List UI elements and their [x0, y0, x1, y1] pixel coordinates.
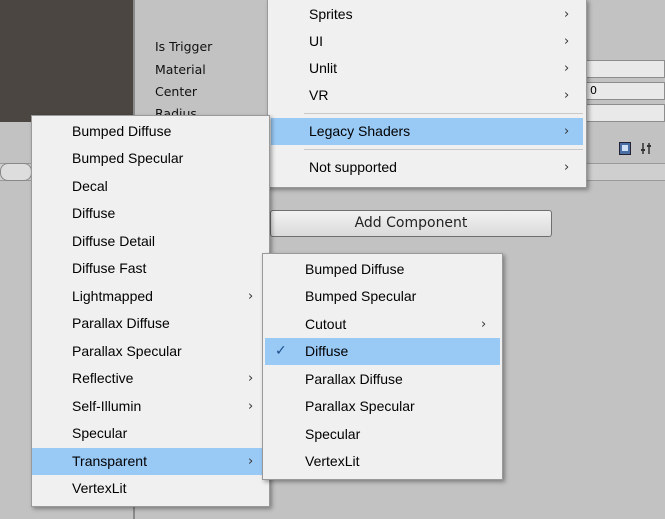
menu-item-label: Lightmapped — [72, 288, 153, 304]
menu-item-vertexlit[interactable]: VertexLit — [263, 448, 502, 475]
menu-item-label: Self-Illumin — [72, 398, 142, 414]
settings-sliders-icon[interactable] — [640, 142, 652, 155]
menu-item-diffuse-detail[interactable]: Diffuse Detail — [32, 228, 269, 255]
menu-item-diffuse-fast[interactable]: Diffuse Fast — [32, 255, 269, 282]
submenu-arrow-icon: › — [564, 34, 570, 49]
submenu-arrow-icon: › — [481, 317, 487, 332]
menu-item-vr[interactable]: VR › — [268, 82, 586, 109]
menu-item-label: UI — [309, 33, 323, 49]
menu-item-label: Bumped Specular — [305, 288, 417, 304]
submenu-arrow-icon: › — [564, 61, 570, 76]
menu-item-specular[interactable]: Specular — [263, 421, 502, 448]
submenu-arrow-icon: › — [248, 454, 254, 469]
submenu-arrow-icon: › — [564, 88, 570, 103]
menu-item-parallax-diffuse[interactable]: Parallax Diffuse — [263, 366, 502, 393]
scene-view — [0, 0, 133, 122]
material-label: Material — [155, 62, 206, 77]
radius-field[interactable] — [583, 104, 665, 122]
submenu-arrow-icon: › — [248, 371, 254, 386]
menu-item-self-illumin[interactable]: Self-Illumin › — [32, 393, 269, 420]
menu-item-lightmapped[interactable]: Lightmapped › — [32, 283, 269, 310]
submenu-arrow-icon: › — [248, 289, 254, 304]
menu-item-label: Diffuse Fast — [72, 260, 147, 276]
menu-item-vertexlit[interactable]: VertexLit — [32, 475, 269, 502]
menu-item-label: Specular — [72, 425, 128, 441]
shader-category-menu: Sprites › UI › Unlit › VR › Legacy Shade… — [267, 0, 587, 188]
menu-separator — [304, 113, 583, 114]
menu-item-diffuse[interactable]: Diffuse — [32, 200, 269, 227]
menu-item-bumped-specular[interactable]: Bumped Specular — [32, 145, 269, 172]
menu-item-parallax-specular[interactable]: Parallax Specular — [263, 393, 502, 420]
help-book-icon[interactable] — [619, 142, 631, 155]
menu-item-ui[interactable]: UI › — [268, 28, 586, 55]
menu-item-label: Specular — [305, 426, 361, 442]
submenu-arrow-icon: › — [564, 7, 570, 22]
menu-item-reflective[interactable]: Reflective › — [32, 365, 269, 392]
center-label: Center — [155, 84, 198, 99]
legacy-shaders-menu: Bumped Diffuse Bumped Specular Decal Dif… — [31, 115, 270, 507]
submenu-arrow-icon: › — [564, 160, 570, 175]
menu-item-label: Parallax Specular — [305, 398, 415, 414]
menu-item-label: Not supported — [309, 159, 397, 175]
menu-item-bumped-specular[interactable]: Bumped Specular — [263, 283, 502, 310]
menu-item-decal[interactable]: Decal — [32, 173, 269, 200]
menu-item-label: Bumped Diffuse — [305, 261, 405, 277]
toggle-pill[interactable] — [0, 163, 32, 181]
menu-item-label: Legacy Shaders — [309, 123, 411, 139]
submenu-arrow-icon: › — [564, 124, 570, 139]
menu-item-bumped-diffuse[interactable]: Bumped Diffuse — [32, 118, 269, 145]
menu-item-label: Unlit — [309, 60, 338, 76]
menu-item-parallax-diffuse[interactable]: Parallax Diffuse — [32, 310, 269, 337]
menu-item-specular[interactable]: Specular — [32, 420, 269, 447]
menu-item-parallax-specular[interactable]: Parallax Specular — [32, 338, 269, 365]
menu-item-label: Sprites — [309, 6, 353, 22]
material-field[interactable] — [583, 60, 665, 78]
menu-item-label: Diffuse Detail — [72, 233, 156, 249]
menu-item-label: Reflective — [72, 370, 134, 386]
menu-item-unlit[interactable]: Unlit › — [268, 55, 586, 82]
menu-item-transparent[interactable]: Transparent › — [32, 448, 267, 475]
menu-item-sprites[interactable]: Sprites › — [268, 1, 586, 28]
menu-item-not-supported[interactable]: Not supported › — [268, 154, 586, 181]
menu-item-label: VertexLit — [305, 453, 360, 469]
menu-item-diffuse[interactable]: ✓ Diffuse — [265, 338, 500, 365]
center-z-field[interactable]: 0 — [586, 82, 665, 100]
checkmark-icon: ✓ — [275, 343, 287, 359]
menu-item-label: Decal — [72, 178, 108, 194]
menu-item-label: Bumped Diffuse — [72, 123, 172, 139]
menu-item-label: Cutout — [305, 316, 347, 332]
menu-item-bumped-diffuse[interactable]: Bumped Diffuse — [263, 256, 502, 283]
menu-item-label: Transparent — [72, 453, 147, 469]
menu-item-label: Parallax Specular — [72, 343, 182, 359]
menu-item-label: Diffuse — [305, 343, 349, 359]
center-z-value: 0 — [590, 84, 597, 97]
transparent-shaders-menu: Bumped Diffuse Bumped Specular Cutout › … — [262, 253, 503, 480]
menu-item-label: Diffuse — [72, 205, 116, 221]
add-component-button[interactable]: Add Component — [270, 210, 552, 237]
menu-item-label: VertexLit — [72, 480, 127, 496]
menu-item-legacy-shaders[interactable]: Legacy Shaders › — [271, 118, 583, 145]
menu-item-label: Bumped Specular — [72, 150, 184, 166]
menu-item-label: Parallax Diffuse — [305, 371, 403, 387]
menu-separator — [304, 149, 583, 150]
menu-item-label: Parallax Diffuse — [72, 315, 170, 331]
menu-item-label: VR — [309, 87, 329, 103]
menu-item-cutout[interactable]: Cutout › — [263, 311, 502, 338]
is-trigger-label: Is Trigger — [155, 39, 213, 54]
submenu-arrow-icon: › — [248, 399, 254, 414]
